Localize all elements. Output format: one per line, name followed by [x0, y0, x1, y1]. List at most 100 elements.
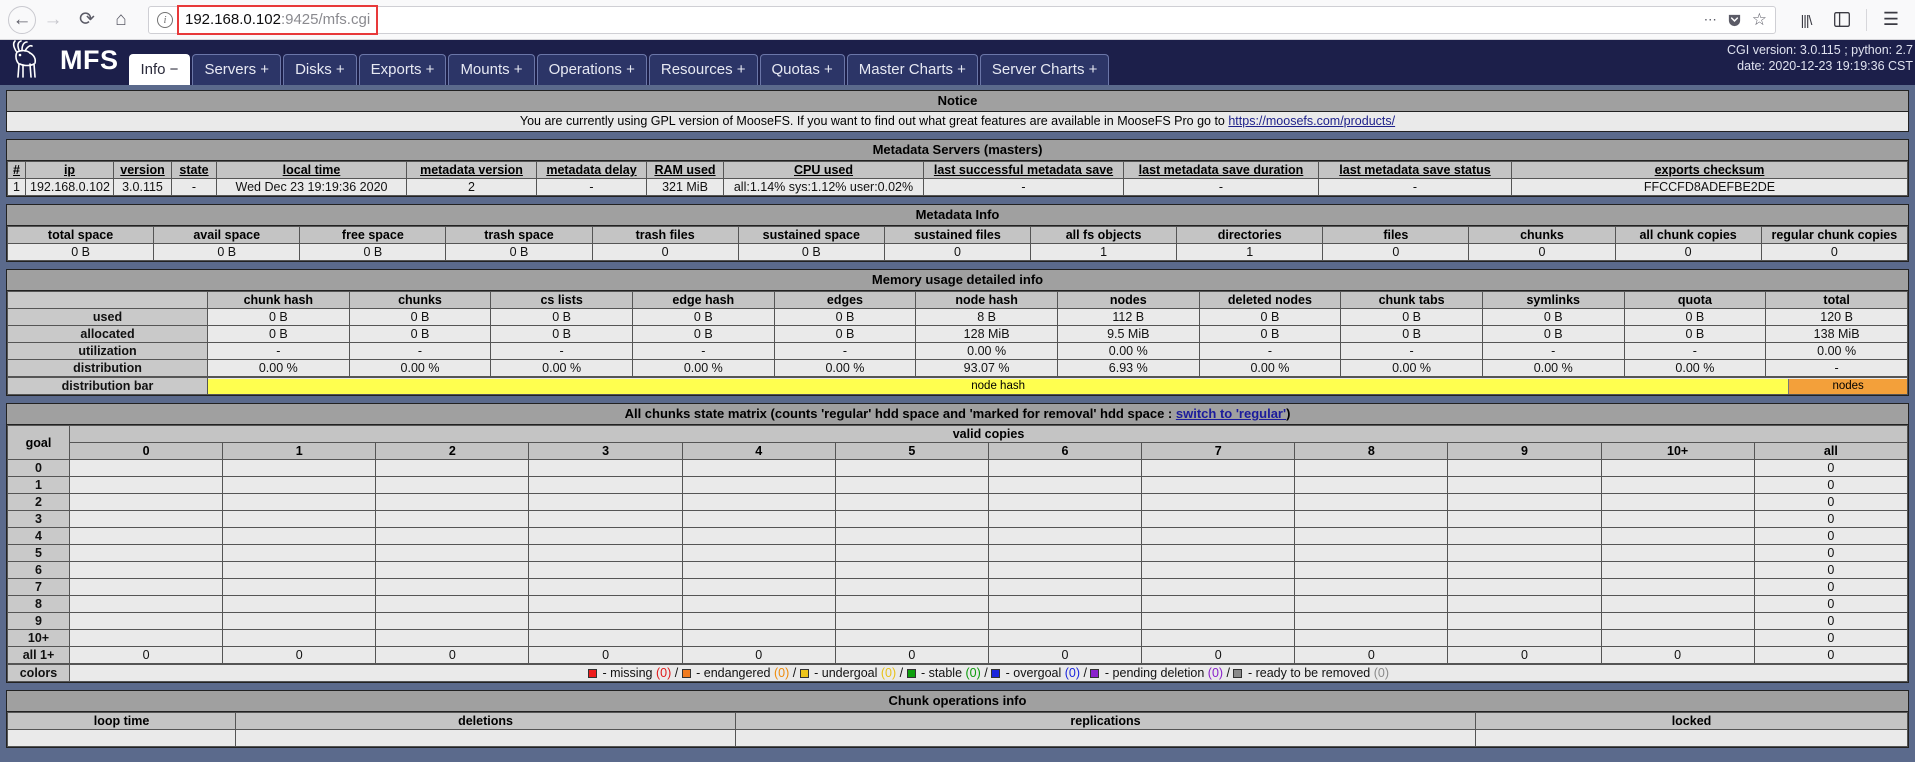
pocket-icon[interactable] — [1727, 12, 1742, 27]
table-cell: 2 — [406, 178, 537, 196]
table-cell — [681, 493, 836, 511]
table-cell: 0.00 % — [915, 342, 1058, 360]
table-cell: 0 — [1753, 612, 1909, 630]
table-cell: 0 B — [348, 308, 492, 326]
table-cell — [375, 493, 530, 511]
site-info-icon[interactable]: i — [157, 11, 173, 28]
url-text: 192.168.0.102:9425/mfs.cgi — [185, 11, 370, 28]
column-header: total — [1765, 291, 1908, 309]
table-cell — [681, 629, 836, 647]
table-row: 60 — [7, 561, 1909, 579]
switch-to-regular-link[interactable]: switch to 'regular' — [1176, 406, 1286, 421]
column-header: sustained space — [737, 226, 885, 244]
table-cell: 0 — [1322, 243, 1470, 261]
back-button[interactable]: ← — [8, 5, 36, 34]
column-header: ip — [25, 161, 114, 179]
colors-legend: - missing (0) / - endangered (0) / - und… — [69, 664, 1908, 682]
table-cell — [375, 544, 530, 562]
nav-tab-info[interactable]: Info − — [128, 54, 191, 85]
table-row: 70 — [7, 578, 1909, 596]
table-cell — [834, 510, 989, 528]
table-cell: 0 B — [631, 308, 775, 326]
table-cell — [68, 612, 224, 630]
row-header: 6 — [7, 561, 70, 579]
column-header: 10+ — [1600, 442, 1755, 460]
table-cell: 0 — [591, 243, 739, 261]
table-cell: 0 — [681, 646, 836, 664]
table-cell: 0 — [1753, 527, 1909, 545]
nav-tab-master-charts[interactable]: Master Charts + — [846, 54, 978, 85]
address-bar[interactable]: i 192.168.0.102:9425/mfs.cgi ⋯ ☆ — [148, 4, 1776, 35]
table-cell — [681, 510, 836, 528]
moosefs-products-link[interactable]: https://moosefs.com/products/ — [1228, 114, 1395, 128]
reload-button[interactable]: ⟳ — [70, 5, 104, 35]
hamburger-menu-icon[interactable]: ☰ — [1875, 5, 1907, 35]
nav-tab-server-charts[interactable]: Server Charts + — [979, 54, 1110, 85]
nav-tab-quotas[interactable]: Quotas + — [759, 54, 845, 85]
column-header: quota — [1623, 291, 1767, 309]
url-host: 192.168.0.102 — [185, 10, 281, 28]
table-cell — [834, 561, 989, 579]
table-cell: 0 — [222, 646, 377, 664]
distribution-bar: node hash nodes — [208, 378, 1907, 394]
table-cell: 0 B — [207, 325, 350, 343]
page-actions-icon[interactable]: ⋯ — [1704, 12, 1717, 28]
nav-tab-mounts[interactable]: Mounts + — [448, 54, 535, 85]
table-cell — [1600, 629, 1755, 647]
table-cell: 0.00 % — [773, 359, 917, 377]
legend-label: - stable — [917, 666, 966, 680]
table-cell: 0.00 % — [490, 359, 633, 377]
nav-tab-operations[interactable]: Operations + — [536, 54, 647, 85]
table-cell — [681, 459, 836, 477]
moose-logo-icon — [12, 40, 37, 78]
chunk-state-matrix-table: goal valid copies 0 1 2 3 4 5 6 7 8 9 10+ all 0010203… — [7, 425, 1909, 664]
home-button[interactable]: ⌂ — [104, 5, 138, 35]
table-cell — [1141, 612, 1296, 630]
legend-count: (0) — [1373, 666, 1389, 680]
column-header: avail space — [153, 226, 301, 244]
legend-label: - ready to be removed — [1244, 666, 1374, 680]
library-icon[interactable]: |||\ — [1790, 5, 1822, 35]
row-header: 2 — [7, 493, 70, 511]
table-cell — [1600, 578, 1755, 596]
column-header: last successful metadata save — [923, 161, 1124, 179]
notice-title: Notice — [7, 91, 1908, 112]
table-cell — [68, 476, 224, 494]
table-cell — [834, 595, 989, 613]
chunk-operations-table: loop time deletions replications locked — [7, 712, 1908, 747]
table-cell: 0 — [1447, 646, 1602, 664]
table-cell — [834, 578, 989, 596]
forward-button[interactable]: → — [36, 5, 70, 35]
chunk-matrix-panel: All chunks state matrix (counts 'regular… — [6, 403, 1909, 683]
legend-count: (0) — [1064, 666, 1081, 680]
nav-tab-servers[interactable]: Servers + — [192, 54, 282, 85]
legend-separator: / — [1080, 666, 1091, 680]
table-cell — [1600, 561, 1755, 579]
legend-label: - pending deletion — [1101, 666, 1208, 680]
table-cell — [375, 527, 530, 545]
table-header-row: chunk hash chunks cs lists edge hash edges no… — [7, 291, 1908, 309]
column-header: directories — [1176, 226, 1324, 244]
table-cell — [1447, 476, 1602, 494]
bookmark-star-icon[interactable]: ☆ — [1752, 10, 1767, 30]
memory-usage-title: Memory usage detailed info — [7, 270, 1908, 291]
column-header: state — [171, 161, 217, 179]
table-cell — [1447, 578, 1602, 596]
nav-tab-disks[interactable]: Disks + — [283, 54, 357, 85]
table-cell: 0 — [1760, 243, 1909, 261]
legend-label: - missing — [599, 666, 656, 680]
chunk-operations-panel: Chunk operations info loop time deletions… — [6, 690, 1909, 748]
url-path: :9425/mfs.cgi — [280, 10, 371, 28]
notice-panel: Notice You are currently using GPL versi… — [6, 90, 1909, 132]
table-cell — [1294, 629, 1449, 647]
table-header-row: total space avail space free space trash sp… — [6, 226, 1909, 244]
table-cell: 0 — [1614, 243, 1762, 261]
table-cell — [68, 561, 224, 579]
nav-tab-exports[interactable]: Exports + — [358, 54, 447, 85]
column-header: 4 — [681, 442, 836, 460]
date-line: date: 2020-12-23 19:19:36 CST — [1737, 59, 1913, 73]
nav-tab-resources[interactable]: Resources + — [648, 54, 758, 85]
table-cell — [375, 595, 530, 613]
sidebar-icon[interactable] — [1826, 5, 1858, 35]
table-cell: - — [1123, 178, 1319, 196]
